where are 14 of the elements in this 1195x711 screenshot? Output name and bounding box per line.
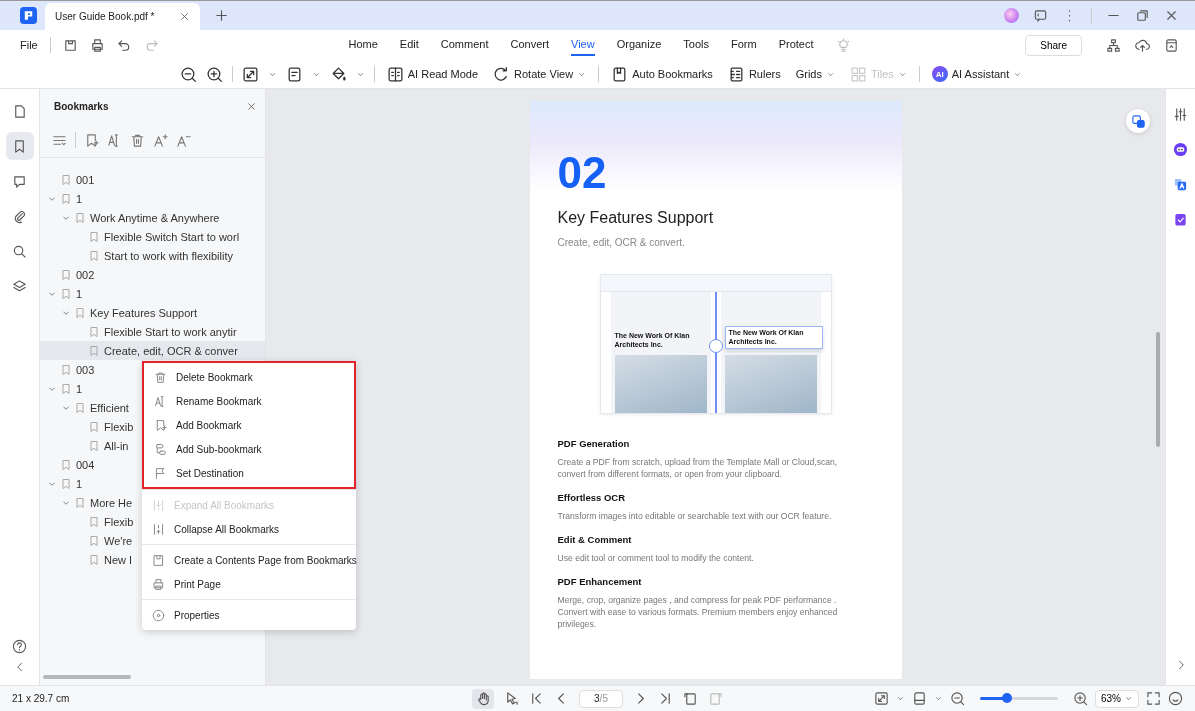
section-heading: PDF Enhancement: [557, 576, 643, 588]
section-number: 02: [557, 151, 608, 195]
section-text: Create a PDF from scratch, upload from the Template Mall or Cloud,scan, convert from different formats, or open from your clipboard.: [557, 456, 839, 481]
section-heading: Edit & Comment: [557, 534, 633, 546]
panel-title: Bookmarks: [54, 100, 109, 112]
section-text: Use edit tool or comment tool to modify the content.: [557, 552, 755, 565]
page-heading: Key Features Support: [557, 209, 715, 227]
section-heading: PDF Generation: [557, 438, 631, 449]
section-heading: Effortless OCR: [557, 492, 627, 504]
page-size-label: 21 x 29.7 cm: [12, 693, 70, 704]
section-text: Merge, crop, organize pages , and compress for peak PDF performance . Convert with ease to various formats. Premium members enjoy enhanced privileges.: [557, 594, 839, 631]
page-subtitle: Create, edit, OCR & convert.: [557, 237, 686, 248]
section-text: Transform images into editable or searchable text with our OCR feature.: [557, 510, 833, 523]
ai-badge: AI: [931, 66, 948, 82]
